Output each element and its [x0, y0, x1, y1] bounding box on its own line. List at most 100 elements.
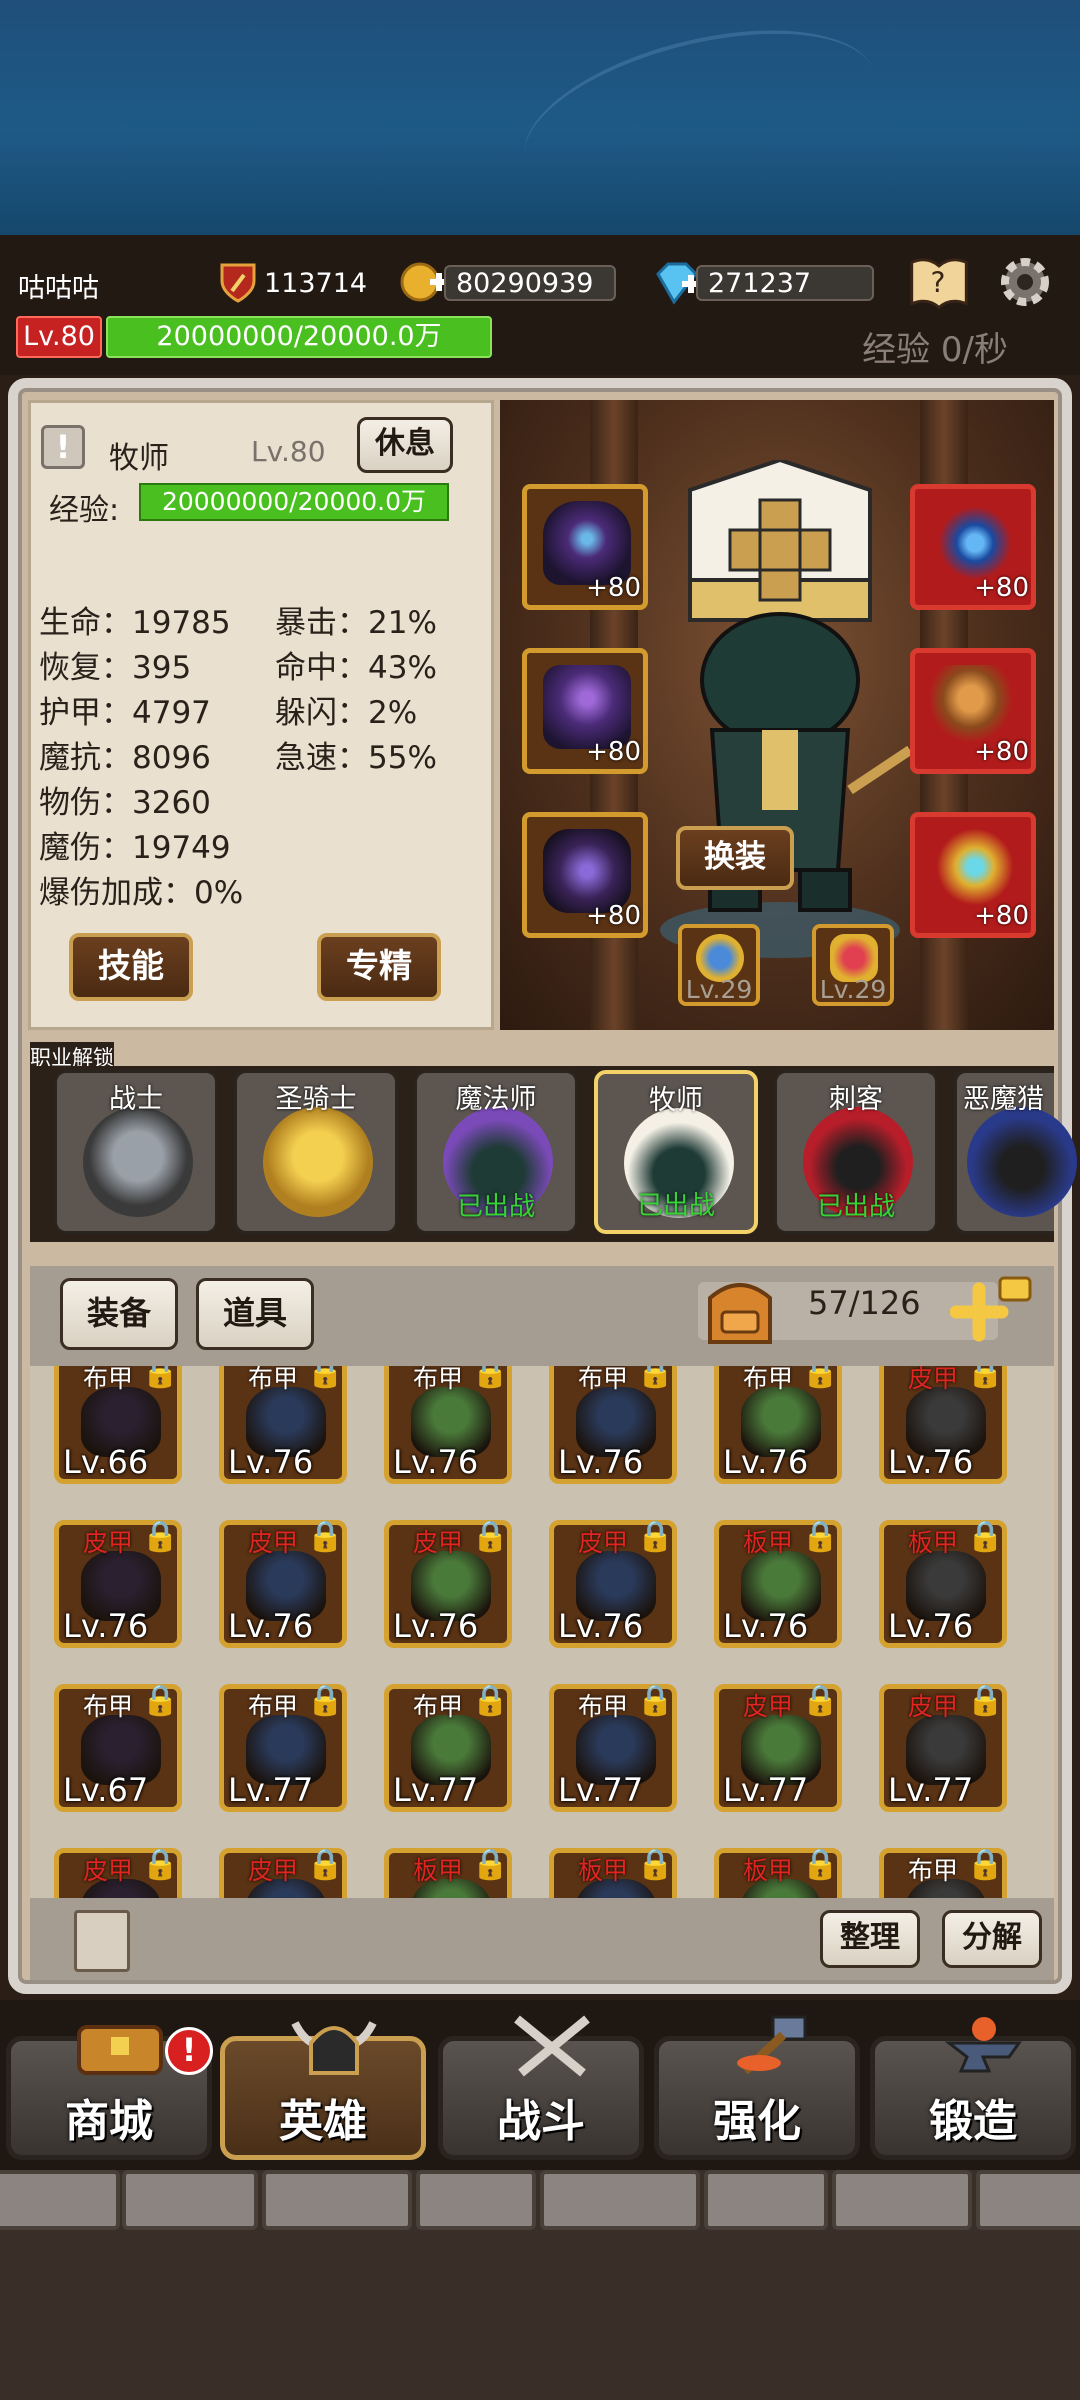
inventory-item[interactable]: 布甲 🔒 Lv.66 — [54, 1366, 182, 1484]
inventory-item[interactable]: 皮甲 🔒 Lv.76 — [54, 1519, 182, 1648]
skill-button[interactable]: 技能 — [69, 933, 193, 1001]
item-type: 皮甲 — [908, 1366, 959, 1393]
lock-icon[interactable]: 🔒 — [472, 1683, 509, 1718]
equip-slot-helmet[interactable]: +80 — [522, 484, 648, 610]
class-paladin[interactable]: 圣骑士 — [234, 1070, 398, 1234]
backpack-icon — [708, 1283, 772, 1344]
nav-shop[interactable]: ! 商城 — [6, 2025, 213, 2160]
item-level: Lv.77 — [228, 1771, 314, 1809]
badge-slot-2[interactable]: Lv.29 — [812, 924, 894, 1006]
gem-plus-icon[interactable] — [652, 260, 702, 306]
stat-crit: 暴击：21% — [275, 605, 437, 641]
class-demon-hunter[interactable]: 恶魔猎 — [954, 1070, 1077, 1234]
item-level: Lv.76 — [228, 1443, 314, 1481]
lock-icon[interactable]: 🔒 — [307, 1847, 344, 1882]
lock-icon[interactable]: 🔒 — [637, 1847, 674, 1882]
lock-icon[interactable]: 🔒 — [142, 1683, 179, 1718]
inventory-item[interactable]: 布甲 🔒 Lv.77 — [219, 1683, 347, 1812]
handbook-icon[interactable] — [74, 1910, 130, 1972]
lock-icon[interactable]: 🔒 — [307, 1519, 344, 1554]
lock-icon[interactable]: 🔒 — [307, 1366, 344, 1390]
inventory-item[interactable]: 布甲 🔒 Lv.67 — [54, 1683, 182, 1812]
stats-right: 暴击：21% 命中：43% 躲闪：2% 急速：55% — [275, 601, 437, 781]
inventory-item[interactable]: 皮甲 🔒 Lv.76 — [879, 1366, 1007, 1484]
lock-icon[interactable]: 🔒 — [967, 1366, 1004, 1390]
item-level: Lv.77 — [888, 1771, 974, 1809]
lock-icon[interactable]: 🔒 — [472, 1519, 509, 1554]
paladin-portrait — [263, 1107, 373, 1217]
inventory-item[interactable]: 板甲 🔒 — [714, 1847, 842, 1898]
nav-hero[interactable]: 英雄 — [220, 2021, 426, 2160]
rest-button[interactable]: 休息 — [357, 417, 453, 473]
lock-icon[interactable]: 🔒 — [967, 1847, 1004, 1882]
inventory-item[interactable]: 布甲 🔒 Lv.77 — [384, 1683, 512, 1812]
nav-battle[interactable]: 战斗 — [438, 2015, 644, 2160]
lock-icon[interactable]: 🔒 — [802, 1366, 839, 1390]
power-display: 113714 — [220, 262, 367, 304]
decompose-button[interactable]: 分解 — [942, 1910, 1042, 1968]
nav-enhance[interactable]: 强化 — [654, 2015, 860, 2160]
equip-slot-weapon[interactable]: +80 — [910, 648, 1036, 774]
player-name: 咕咕咕 — [18, 273, 99, 304]
lock-icon[interactable]: 🔒 — [307, 1683, 344, 1718]
lock-icon[interactable]: 🔒 — [802, 1683, 839, 1718]
item-type: 板甲 — [413, 1856, 464, 1885]
inventory-item[interactable]: 皮甲 🔒 Lv.77 — [879, 1683, 1007, 1812]
inventory-item[interactable]: 布甲 🔒 Lv.76 — [549, 1366, 677, 1484]
inventory-item[interactable]: 布甲 🔒 Lv.76 — [714, 1366, 842, 1484]
lock-icon[interactable]: 🔒 — [142, 1847, 179, 1882]
inventory-item[interactable]: 布甲 🔒 Lv.76 — [219, 1366, 347, 1484]
inventory-item[interactable]: 板甲 🔒 — [549, 1847, 677, 1898]
shield-icon — [220, 263, 256, 303]
inventory-item[interactable]: 板甲 🔒 — [384, 1847, 512, 1898]
inventory-item[interactable]: 布甲 🔒 Lv.77 — [549, 1683, 677, 1812]
lock-icon[interactable]: 🔒 — [967, 1683, 1004, 1718]
lock-icon[interactable]: 🔒 — [967, 1519, 1004, 1554]
equip-slot-armor[interactable]: +80 — [522, 648, 648, 774]
change-outfit-button[interactable]: 换装 — [676, 826, 794, 890]
lock-icon[interactable]: 🔒 — [142, 1519, 179, 1554]
inventory-item[interactable]: 皮甲 🔒 — [219, 1847, 347, 1898]
lock-icon[interactable]: 🔒 — [472, 1847, 509, 1882]
lock-icon[interactable]: 🔒 — [637, 1366, 674, 1390]
nav-forge[interactable]: 锻造 — [870, 2017, 1076, 2160]
inventory-item[interactable]: 板甲 🔒 Lv.76 — [714, 1519, 842, 1648]
gold-plus-icon[interactable] — [400, 260, 450, 306]
lock-icon[interactable]: 🔒 — [142, 1366, 179, 1390]
tab-equipment[interactable]: 装备 — [60, 1278, 178, 1350]
lock-icon[interactable]: 🔒 — [802, 1519, 839, 1554]
item-level: Lv.77 — [723, 1771, 809, 1809]
inventory-item[interactable]: 皮甲 🔒 Lv.77 — [714, 1683, 842, 1812]
player-xp-bar: 20000000/20000.0万 — [106, 316, 492, 358]
expand-video-plus-icon[interactable] — [950, 1266, 1040, 1346]
item-level: Lv.77 — [558, 1771, 644, 1809]
equip-slot-ring[interactable]: +80 — [910, 812, 1036, 938]
item-level: Lv.76 — [558, 1607, 644, 1645]
lock-icon[interactable]: 🔒 — [802, 1847, 839, 1882]
inventory-item[interactable]: 布甲 🔒 — [879, 1847, 1007, 1898]
sort-button[interactable]: 整理 — [820, 1910, 920, 1968]
equip-slot-necklace[interactable]: +80 — [910, 484, 1036, 610]
help-book-icon[interactable]: ? — [908, 252, 970, 312]
lock-icon[interactable]: 🔒 — [472, 1366, 509, 1390]
settings-gear-icon[interactable] — [994, 252, 1056, 312]
lock-icon[interactable]: 🔒 — [637, 1519, 674, 1554]
inventory-item[interactable]: 皮甲 🔒 Lv.76 — [219, 1519, 347, 1648]
svg-text:?: ? — [931, 266, 946, 299]
class-warrior[interactable]: 战士 — [54, 1070, 218, 1234]
inventory-item[interactable]: 皮甲 🔒 — [54, 1847, 182, 1898]
class-assassin[interactable]: 刺客 已出战 — [774, 1070, 938, 1234]
tab-items[interactable]: 道具 — [196, 1278, 314, 1350]
inventory-item[interactable]: 布甲 🔒 Lv.76 — [384, 1366, 512, 1484]
specialization-button[interactable]: 专精 — [317, 933, 441, 1001]
info-icon[interactable]: ! — [41, 425, 85, 469]
equip-slot-boots[interactable]: +80 — [522, 812, 648, 938]
badge-slot-1[interactable]: Lv.29 — [678, 924, 760, 1006]
inventory-item[interactable]: 板甲 🔒 Lv.76 — [879, 1519, 1007, 1648]
inventory-item[interactable]: 皮甲 🔒 Lv.76 — [549, 1519, 677, 1648]
lock-icon[interactable]: 🔒 — [637, 1683, 674, 1718]
class-priest[interactable]: 牧师 已出战 — [594, 1070, 758, 1234]
crossed-swords-icon — [507, 2013, 590, 2077]
class-mage[interactable]: 魔法师 已出战 — [414, 1070, 578, 1234]
inventory-item[interactable]: 皮甲 🔒 Lv.76 — [384, 1519, 512, 1648]
